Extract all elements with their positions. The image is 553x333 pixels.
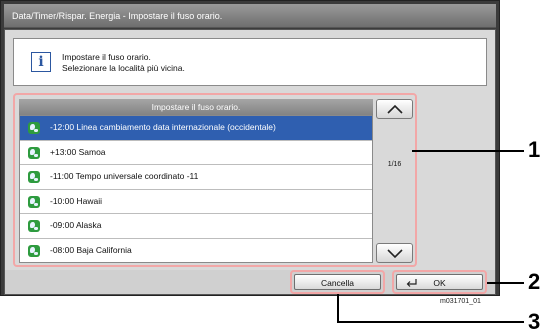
ok-button[interactable]: OK: [396, 274, 483, 290]
globe-icon: [28, 146, 40, 159]
list-item-label: +13:00 Samoa: [50, 146, 106, 157]
globe-icon: [28, 244, 40, 257]
list-item-label: -08:00 Baja California: [50, 244, 132, 255]
chevron-down-icon: [387, 249, 403, 259]
message-box: i Impostare il fuso orario. Selezionare …: [13, 38, 487, 86]
timezone-list-highlight: Impostare il fuso orario. -12:00 Linea c…: [13, 93, 417, 267]
list-header: Impostare il fuso orario.: [19, 99, 373, 115]
device-screen: Data/Timer/Rispar. Energia - Impostare i…: [0, 0, 500, 296]
list-item[interactable]: -08:00 Baja California: [20, 239, 372, 264]
info-icon: i: [31, 52, 51, 72]
main-panel: i Impostare il fuso orario. Selezionare …: [4, 29, 496, 295]
window-title: Data/Timer/Rispar. Energia - Impostare i…: [4, 4, 496, 28]
callout-line-1: [412, 150, 524, 152]
list-item-label: -10:00 Hawaii: [50, 195, 102, 206]
ok-button-label: OK: [433, 278, 446, 288]
scroll-controls: 1/16: [376, 99, 413, 263]
ok-button-highlight: OK: [392, 270, 487, 294]
globe-icon: [28, 220, 40, 232]
list-item-label: -09:00 Alaska: [50, 220, 102, 230]
callout-number-2: 2: [528, 269, 541, 294]
message-line-1: Impostare il fuso orario.: [62, 52, 151, 62]
list-item-label: -11:00 Tempo universale coordinato -11: [50, 171, 199, 181]
scroll-up-button[interactable]: [376, 99, 413, 119]
callout-number-3: 3: [528, 309, 541, 333]
cancel-button[interactable]: Cancella: [294, 274, 381, 290]
cancel-button-label: Cancella: [320, 278, 355, 288]
list-item[interactable]: -10:00 Hawaii: [20, 190, 372, 214]
callout-number-1: 1: [528, 137, 541, 162]
callout-line-3-horizontal: [337, 321, 524, 323]
chevron-up-icon: [387, 104, 403, 114]
scroll-down-button[interactable]: [376, 243, 413, 263]
page-indicator: 1/16: [387, 161, 402, 168]
figure-code: m031701_01: [440, 298, 481, 305]
list-item-label: -12:00 Linea cambiamento data internazio…: [50, 122, 276, 132]
list-item[interactable]: -12:00 Linea cambiamento data internazio…: [20, 116, 372, 141]
list-item[interactable]: +13:00 Samoa: [20, 141, 372, 165]
list-item[interactable]: -11:00 Tempo universale coordinato -11: [20, 165, 372, 190]
message-line-2: Selezionare la località più vicina.: [62, 63, 185, 73]
timezone-list: -12:00 Linea cambiamento data internazio…: [19, 115, 373, 263]
callout-line-3-vertical: [337, 294, 339, 322]
enter-icon: [406, 279, 417, 287]
globe-icon: [28, 122, 40, 134]
globe-icon: [28, 171, 40, 183]
callout-line-2: [487, 282, 524, 284]
globe-icon: [28, 195, 40, 208]
cancel-button-highlight: Cancella: [290, 270, 385, 294]
list-item[interactable]: -09:00 Alaska: [20, 214, 372, 239]
